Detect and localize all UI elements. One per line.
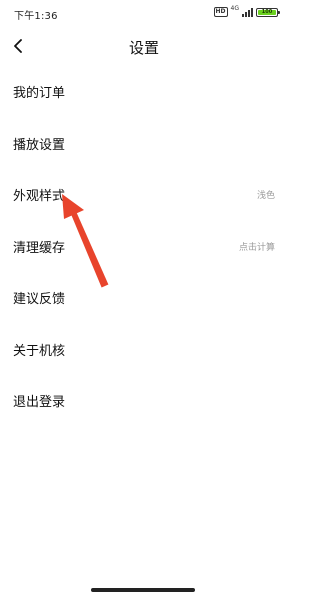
page-title: 设置 (128, 39, 159, 57)
battery-level: 100 (258, 9, 276, 15)
menu-item-clear-cache[interactable]: 清理缓存 点击计算 (0, 221, 288, 273)
nav-header: 设置 (0, 30, 288, 62)
status-icons: HD 4G 100 (213, 5, 280, 17)
menu-item-appearance[interactable]: 外观样式 浅色 (0, 169, 288, 221)
menu-item-value: 浅色 (256, 191, 275, 202)
settings-menu: 我的订单 播放设置 外观样式 浅色 清理缓存 点击计算 建议反馈 关于机核 退出… (0, 66, 288, 427)
menu-item-feedback[interactable]: 建议反馈 (0, 272, 288, 324)
signal-icon (242, 7, 253, 17)
menu-item-playback-settings[interactable]: 播放设置 (0, 118, 288, 170)
hd-icon: HD (213, 7, 228, 17)
menu-item-about[interactable]: 关于机核 (0, 324, 288, 376)
menu-item-my-orders[interactable]: 我的订单 (0, 66, 288, 118)
home-indicator[interactable] (91, 588, 195, 592)
menu-item-label: 建议反馈 (13, 292, 66, 308)
menu-item-label: 我的订单 (13, 86, 66, 102)
menu-item-label: 外观样式 (13, 189, 66, 205)
menu-item-label: 清理缓存 (13, 240, 66, 256)
status-bar: 下午1:36 HD 4G 100 (0, 0, 288, 26)
network-type: 4G (230, 5, 239, 12)
battery-icon: 100 (256, 7, 280, 17)
status-time: 下午1:36 (14, 11, 58, 22)
menu-item-label: 关于机核 (13, 343, 66, 359)
menu-item-value: 点击计算 (238, 242, 275, 253)
menu-item-label: 退出登录 (13, 395, 66, 411)
menu-item-logout[interactable]: 退出登录 (0, 375, 288, 427)
menu-item-label: 播放设置 (13, 137, 66, 153)
